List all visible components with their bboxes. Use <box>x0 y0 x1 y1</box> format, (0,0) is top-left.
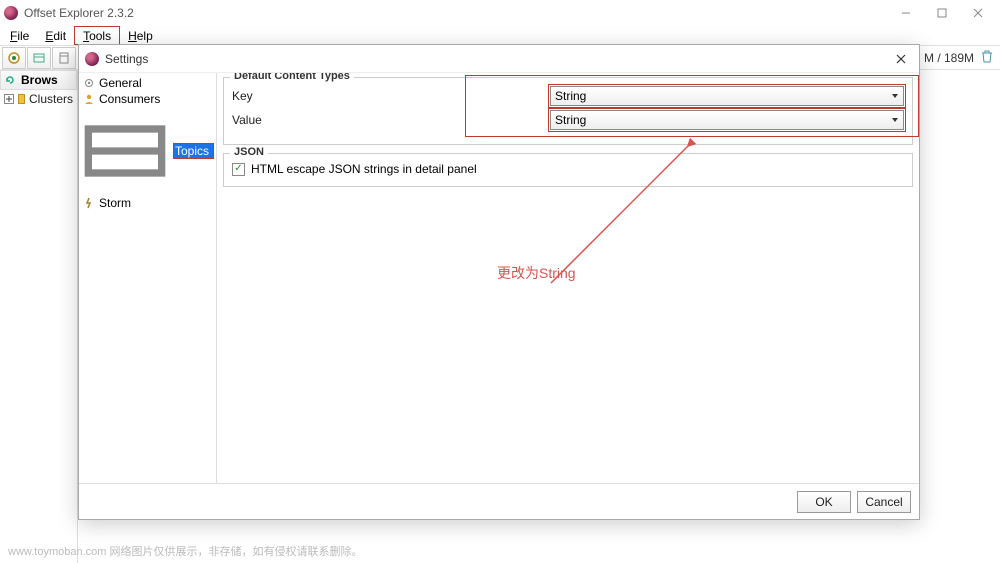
watermark-text: www.toymoban.com 网络图片仅供展示，非存储，如有侵权请联系删除。 <box>8 543 362 559</box>
dropdown-value: String <box>555 89 586 103</box>
settings-tree-consumers[interactable]: Consumers <box>81 91 214 107</box>
annotation-text: 更改为String <box>497 263 576 283</box>
memory-label: M / 189M <box>924 51 974 65</box>
window-title: Offset Explorer 2.3.2 <box>24 6 888 20</box>
expand-icon[interactable] <box>4 94 14 104</box>
window-maximize-button[interactable] <box>924 0 960 26</box>
settings-tree: General Consumers Topics Storm <box>79 73 217 483</box>
dialog-titlebar[interactable]: Settings <box>79 45 919 73</box>
chevron-down-icon <box>891 89 899 103</box>
browser-header: Brows <box>0 70 77 90</box>
storm-icon <box>83 197 95 209</box>
toolbar-btn-3[interactable] <box>52 47 76 69</box>
checkbox-label: HTML escape JSON strings in detail panel <box>251 162 477 176</box>
window-minimize-button[interactable] <box>888 0 924 26</box>
settings-tree-topics[interactable]: Topics <box>81 107 214 195</box>
settings-tree-storm[interactable]: Storm <box>81 195 214 211</box>
cancel-button[interactable]: Cancel <box>857 491 911 513</box>
tree-label: Storm <box>99 196 131 210</box>
group-title: Default Content Types <box>230 73 354 82</box>
menu-help[interactable]: Help <box>120 26 161 45</box>
dialog-icon <box>85 52 99 66</box>
window-titlebar: Offset Explorer 2.3.2 <box>0 0 1000 26</box>
dialog-title: Settings <box>105 52 889 66</box>
html-escape-checkbox[interactable]: ✓ <box>232 163 245 176</box>
trash-icon[interactable] <box>980 49 994 66</box>
value-dropdown[interactable]: String <box>550 110 904 130</box>
menu-file[interactable]: File <box>2 26 37 45</box>
settings-dialog: Settings General Consumers Topics Storm <box>78 44 920 520</box>
group-title: JSON <box>230 146 268 158</box>
ok-button[interactable]: OK <box>797 491 851 513</box>
tree-item-clusters[interactable]: Clusters <box>0 90 77 108</box>
refresh-icon <box>5 75 17 85</box>
json-group: JSON ✓ HTML escape JSON strings in detai… <box>223 153 913 187</box>
key-label: Key <box>232 89 550 103</box>
settings-content: Default Content Types Key String Value S… <box>217 73 919 483</box>
tree-label: General <box>99 76 142 90</box>
key-dropdown[interactable]: String <box>550 86 904 106</box>
folder-icon <box>18 94 25 104</box>
topics-icon <box>81 107 169 195</box>
dropdown-value: String <box>555 113 586 127</box>
browser-sidebar: Brows Clusters <box>0 70 78 563</box>
menubar: File Edit Tools Help <box>0 26 1000 46</box>
tree-item-label: Clusters <box>29 92 73 106</box>
default-content-types-group: Default Content Types Key String Value S… <box>223 77 913 145</box>
toolbar-btn-2[interactable] <box>27 47 51 69</box>
value-label: Value <box>232 113 550 127</box>
menu-tools[interactable]: Tools <box>74 26 120 45</box>
dialog-close-button[interactable] <box>889 49 913 69</box>
app-icon <box>4 6 18 20</box>
menu-edit[interactable]: Edit <box>37 26 74 45</box>
tree-label: Consumers <box>99 92 160 106</box>
chevron-down-icon <box>891 113 899 127</box>
tree-label: Topics <box>173 143 214 159</box>
dialog-footer: OK Cancel <box>79 483 919 519</box>
user-icon <box>83 93 95 105</box>
toolbar-btn-1[interactable] <box>2 47 26 69</box>
settings-tree-general[interactable]: General <box>81 75 214 91</box>
gear-icon <box>83 77 95 89</box>
window-close-button[interactable] <box>960 0 996 26</box>
